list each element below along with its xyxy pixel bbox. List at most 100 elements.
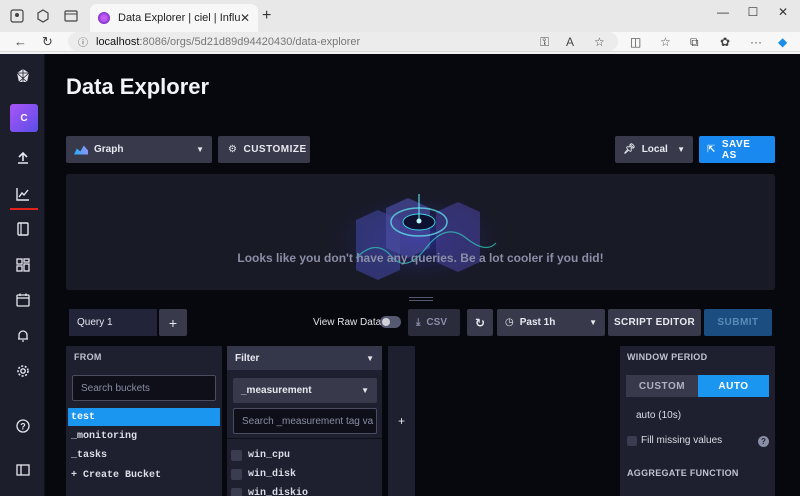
- customize-button[interactable]: ⚙ CUSTOMIZE: [218, 136, 310, 163]
- profile-icon[interactable]: [8, 7, 26, 25]
- copilot-icon[interactable]: ◆: [778, 35, 787, 49]
- close-window-icon[interactable]: ✕: [768, 5, 798, 19]
- tag-key-label: _measurement: [241, 385, 312, 396]
- tasks-calendar-icon[interactable]: [11, 288, 35, 312]
- reload-icon[interactable]: ↻: [42, 34, 53, 50]
- graph-empty-panel: Looks like you don't have any queries. B…: [66, 174, 775, 290]
- new-tab-icon[interactable]: +: [262, 7, 271, 25]
- collections-icon[interactable]: ⧉: [690, 35, 699, 50]
- save-as-button[interactable]: ⇱ SAVE AS: [699, 136, 775, 163]
- window-period-header: WINDOW PERIOD: [627, 352, 708, 362]
- bucket-search-input[interactable]: [72, 375, 216, 401]
- dashboards-icon[interactable]: [11, 253, 35, 277]
- chevron-down-icon: ▼: [361, 386, 369, 395]
- save-as-label: SAVE AS: [721, 138, 751, 161]
- add-filter-button[interactable]: +: [388, 346, 415, 496]
- chevron-down-icon: ▼: [366, 353, 374, 363]
- tag-value-item[interactable]: win_disk: [231, 466, 296, 482]
- tab-actions-icon[interactable]: [62, 7, 80, 25]
- tag-key-dropdown[interactable]: _measurement ▼: [233, 378, 377, 403]
- visualization-type-label: Graph: [94, 144, 124, 155]
- more-icon[interactable]: ···: [750, 35, 762, 49]
- workspaces-icon[interactable]: [34, 7, 52, 25]
- upload-icon[interactable]: [11, 146, 35, 170]
- csv-download-button[interactable]: ⤓ CSV: [408, 309, 460, 336]
- tag-value-label: win_cpu: [248, 449, 291, 461]
- refresh-icon: ↻: [474, 315, 486, 330]
- checkbox[interactable]: [231, 468, 242, 480]
- browser-address-bar: ← ↻ ⓘ localhost :8086/orgs/5d21d89d94420…: [0, 32, 800, 52]
- alerts-bell-icon[interactable]: [11, 324, 35, 348]
- extensions-icon[interactable]: ✿: [720, 35, 730, 49]
- bucket-item-tasks[interactable]: _tasks: [68, 446, 220, 464]
- create-bucket-item[interactable]: + Create Bucket: [68, 466, 220, 484]
- browser-tab-bar: Data Explorer | ciel | InfluxDB ✕ + — ☐ …: [0, 0, 800, 32]
- collapse-nav-icon[interactable]: [11, 458, 35, 482]
- visualization-type-dropdown[interactable]: Graph ▼: [66, 136, 212, 163]
- refresh-button[interactable]: ↻: [467, 309, 493, 336]
- org-avatar[interactable]: C: [10, 104, 38, 132]
- time-range-label: Past 1h: [519, 317, 556, 328]
- window-auto-button[interactable]: AUTO: [698, 375, 769, 397]
- svg-text:?: ?: [20, 422, 26, 432]
- help-icon[interactable]: ?: [11, 414, 35, 438]
- bucket-item-test[interactable]: test: [68, 408, 220, 426]
- influxdb-app: C ? Data Explorer Graph ▼ ⚙ CUSTOMIZE 📌︎…: [0, 54, 800, 496]
- split-screen-icon[interactable]: ◫: [630, 35, 641, 49]
- tag-value-search-input[interactable]: [233, 408, 377, 434]
- read-aloud-icon[interactable]: A: [566, 35, 574, 49]
- bucket-item-monitoring[interactable]: _monitoring: [68, 427, 220, 445]
- active-nav-indicator: [10, 208, 38, 210]
- from-header: FROM: [74, 352, 102, 362]
- timezone-dropdown[interactable]: 📌︎ Local ▼: [615, 136, 693, 163]
- cog-icon: ⚙: [228, 144, 238, 155]
- key-icon[interactable]: ⚿: [540, 35, 549, 50]
- settings-gear-icon[interactable]: [11, 359, 35, 383]
- tab-title: Data Explorer | ciel | InfluxDB: [118, 12, 240, 24]
- aggregate-function-header: AGGREGATE FUNCTION: [627, 468, 739, 478]
- url-host: localhost: [96, 35, 140, 48]
- tag-value-label: win_disk: [248, 468, 297, 480]
- question-icon[interactable]: ?: [758, 436, 769, 447]
- url-path: :8086/orgs/5d21d89d94420430/data-explore…: [139, 35, 361, 48]
- from-bucket-card: FROM test _monitoring _tasks + Create Bu…: [66, 346, 222, 496]
- divider: [227, 438, 382, 439]
- timezone-label: Local: [641, 144, 668, 155]
- filter-function-dropdown[interactable]: Filter ▼: [227, 346, 382, 370]
- close-tab-icon[interactable]: ✕: [240, 11, 250, 25]
- add-query-button[interactable]: +: [159, 309, 187, 336]
- favorites-icon[interactable]: ☆: [660, 35, 671, 49]
- tag-value-label: win_diskio: [248, 487, 309, 496]
- influxdb-logo-icon[interactable]: [11, 64, 35, 88]
- minimize-icon[interactable]: —: [708, 5, 738, 19]
- tag-value-item[interactable]: win_cpu: [231, 447, 290, 463]
- maximize-icon[interactable]: ☐: [738, 5, 768, 19]
- side-nav: C ?: [0, 54, 45, 496]
- notebook-icon[interactable]: [11, 217, 35, 241]
- script-editor-button[interactable]: SCRIPT EDITOR: [608, 309, 701, 336]
- fill-missing-checkbox[interactable]: [627, 436, 637, 446]
- export-icon: ⇱: [707, 144, 716, 155]
- window-period-card: WINDOW PERIOD CUSTOM AUTO auto (10s) Fil…: [620, 346, 775, 496]
- favorite-star-icon[interactable]: ☆: [594, 35, 605, 49]
- window-custom-button[interactable]: CUSTOM: [626, 375, 698, 397]
- info-icon[interactable]: ⓘ: [78, 34, 88, 49]
- clock-icon: ◷: [505, 317, 514, 328]
- view-raw-data-toggle[interactable]: [380, 316, 401, 328]
- time-range-dropdown[interactable]: ◷ Past 1h ▼: [497, 309, 605, 336]
- back-icon[interactable]: ←: [14, 34, 27, 49]
- pin-icon: 📌︎: [623, 144, 636, 155]
- checkbox[interactable]: [231, 487, 242, 496]
- fill-missing-label: Fill missing values: [641, 435, 723, 446]
- checkbox[interactable]: [231, 449, 242, 461]
- panel-resize-handle[interactable]: [409, 297, 433, 301]
- filter-title: Filter: [235, 352, 260, 364]
- url-field[interactable]: ⓘ localhost :8086/orgs/5d21d89d94420430/…: [68, 32, 618, 51]
- browser-tab-active[interactable]: Data Explorer | ciel | InfluxDB ✕: [90, 4, 258, 32]
- empty-graph-illustration: [321, 190, 511, 286]
- submit-button[interactable]: SUBMIT: [704, 309, 772, 336]
- data-explorer-graph-icon[interactable]: [11, 182, 35, 206]
- view-raw-data-label: View Raw Data: [313, 317, 382, 328]
- tag-value-item[interactable]: win_diskio: [231, 485, 308, 496]
- query-tab[interactable]: Query 1: [69, 309, 157, 336]
